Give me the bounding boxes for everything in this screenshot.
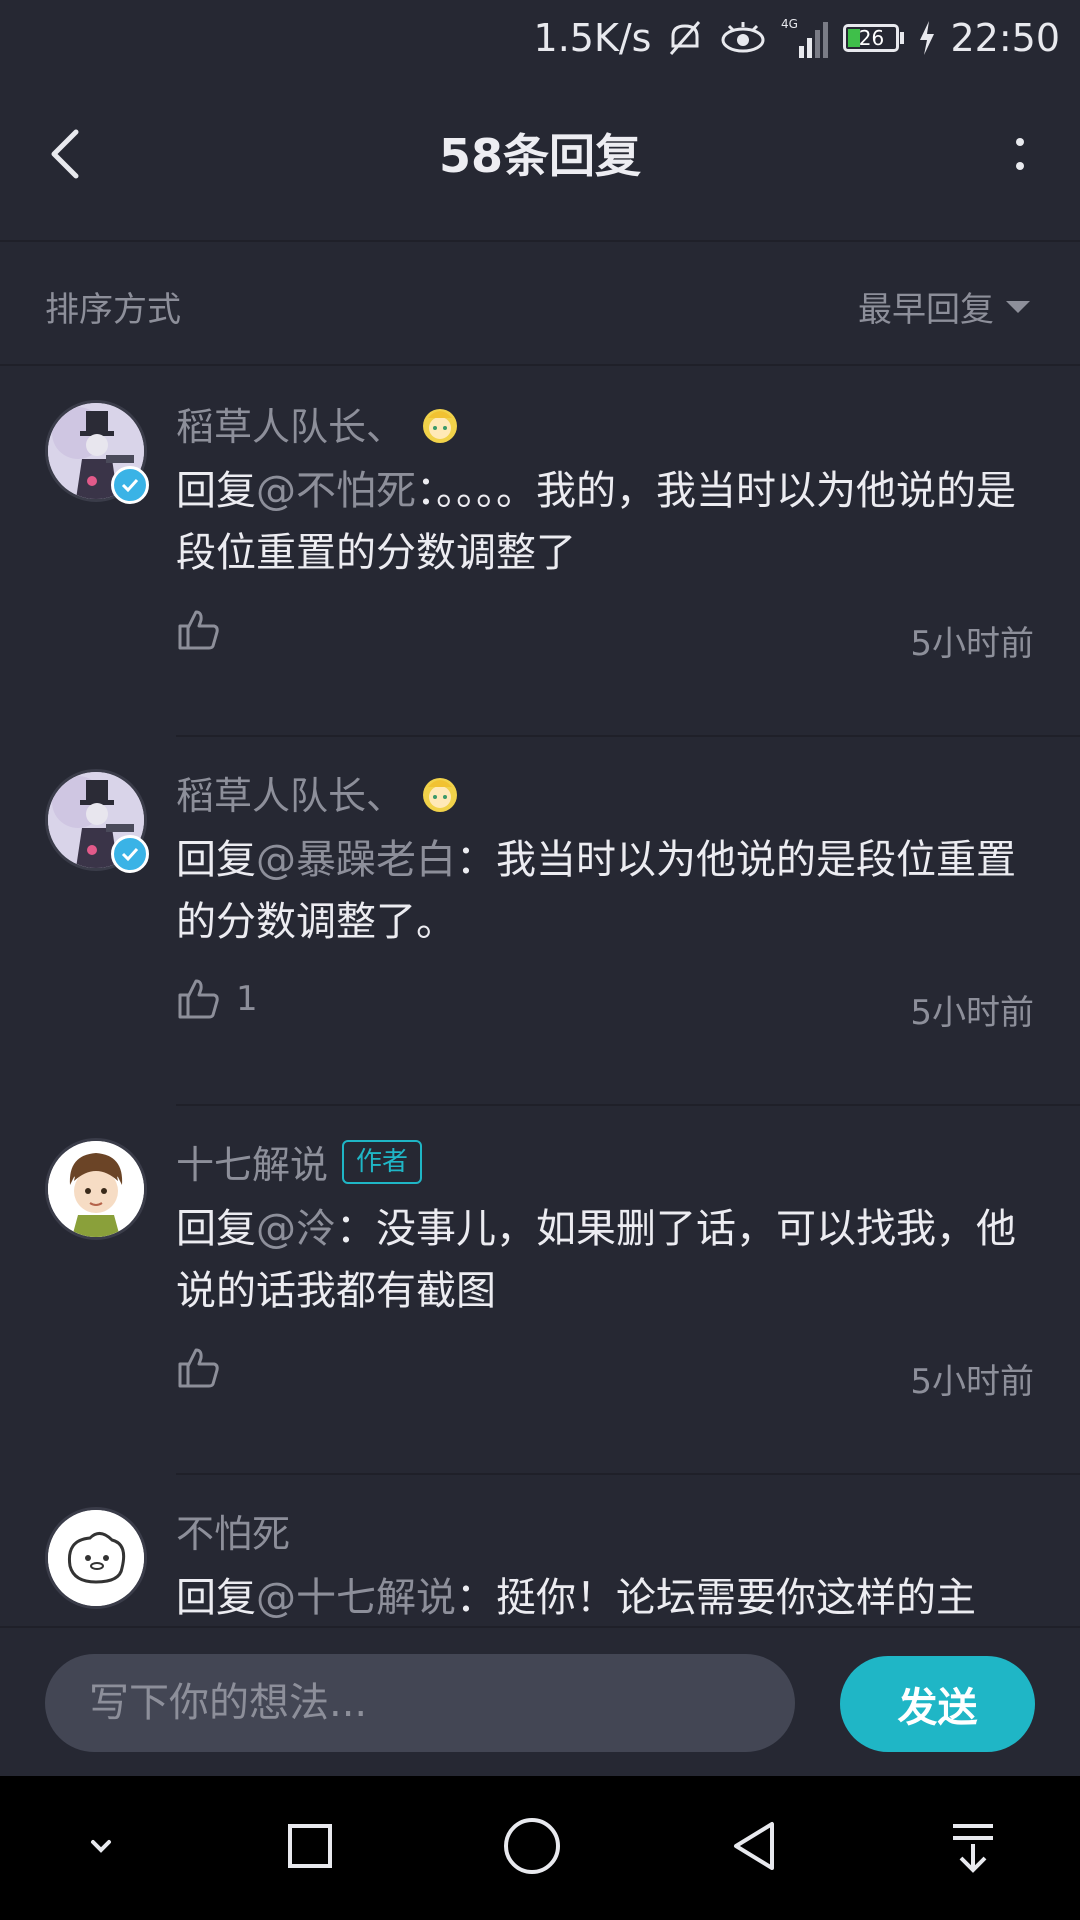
nav-pull-down-icon[interactable]: [947, 1818, 999, 1878]
verified-badge-icon: [111, 466, 149, 504]
reply-author[interactable]: 十七解说 作者: [176, 1134, 423, 1189]
network-type-label: 4G: [781, 17, 798, 31]
battery-icon: 26: [843, 24, 905, 52]
mention-link[interactable]: @泠: [256, 1206, 336, 1252]
signal-icon: 4G: [781, 16, 829, 60]
reply-prefix: 回复: [176, 468, 256, 514]
timestamp: 5小时前: [910, 624, 1034, 664]
network-speed: 1.5K/s: [533, 16, 652, 60]
charging-icon: [918, 21, 936, 55]
thumbs-up-icon: [178, 1348, 219, 1388]
composer-bar: 发送: [0, 1626, 1080, 1776]
thumbs-up-icon: [178, 610, 219, 650]
timestamp: 5小时前: [910, 993, 1034, 1033]
app-bar: 58条回复: [0, 76, 1080, 242]
avatar[interactable]: [45, 769, 149, 873]
sort-bar: 排序方式 最早回复: [0, 242, 1080, 366]
timestamp: 5小时前: [910, 1362, 1034, 1402]
reply-item: 稻草人队长、 回复@暴躁老白：我当时以为他说的是段位重置的分数调整了。 1 5小…: [0, 737, 1080, 1106]
sort-selected-value: 最早回复: [858, 290, 994, 330]
mention-link[interactable]: @十七解说: [256, 1575, 456, 1621]
mention-link[interactable]: @不怕死: [256, 468, 416, 514]
like-button[interactable]: [176, 608, 236, 652]
reply-content[interactable]: 回复@不怕死：。。。。我的，我当时以为他说的是段位重置的分数调整了: [176, 460, 1016, 584]
reply-content[interactable]: 回复@泠：没事儿，如果删了话，可以找我，他说的话我都有截图: [176, 1198, 1016, 1322]
thumbs-up-icon: [178, 979, 219, 1019]
reply-content[interactable]: 回复@暴躁老白：我当时以为他说的是段位重置的分数调整了。: [176, 829, 1016, 953]
nav-back-icon[interactable]: [726, 1816, 786, 1880]
nav-down-icon[interactable]: [81, 1826, 121, 1870]
chevron-down-icon: [1006, 300, 1030, 313]
reply-content[interactable]: 回复@十七解说：挺你！论坛需要你这样的主: [176, 1567, 1016, 1626]
nav-home-icon[interactable]: [500, 1814, 564, 1882]
reply-item: 不怕死 回复@十七解说：挺你！论坛需要你这样的主: [0, 1475, 1080, 1626]
clock: 22:50: [950, 16, 1060, 60]
medal-icon: [423, 408, 458, 443]
mention-link[interactable]: @暴躁老白: [256, 837, 456, 883]
username[interactable]: 稻草人队长、: [176, 396, 404, 451]
send-button[interactable]: 发送: [840, 1656, 1035, 1752]
sort-dropdown[interactable]: 最早回复: [858, 282, 1030, 331]
username[interactable]: 稻草人队长、: [176, 765, 404, 820]
reply-input[interactable]: [45, 1654, 795, 1752]
system-nav-bar: [0, 1776, 1080, 1920]
avatar[interactable]: [45, 1138, 147, 1240]
sort-label: 排序方式: [45, 290, 181, 330]
nav-recents-icon[interactable]: [282, 1818, 338, 1878]
more-vertical-icon[interactable]: [1000, 126, 1040, 182]
reply-prefix: 回复: [176, 1206, 256, 1252]
like-button[interactable]: 1: [176, 977, 258, 1021]
reply-item: 十七解说 作者 回复@泠：没事儿，如果删了话，可以找我，他说的话我都有截图 5小…: [0, 1106, 1080, 1475]
avatar[interactable]: [45, 400, 149, 504]
battery-level: 26: [858, 26, 885, 50]
reply-author[interactable]: 稻草人队长、: [176, 765, 462, 820]
page-title: 58条回复: [438, 129, 641, 183]
author-badge: 作者: [342, 1139, 423, 1184]
eye-icon: [719, 20, 767, 56]
reply-author[interactable]: 不怕死: [176, 1503, 290, 1558]
reply-prefix: 回复: [176, 1575, 256, 1621]
username[interactable]: 不怕死: [176, 1503, 290, 1558]
reply-item: 稻草人队长、 回复@不怕死：。。。。我的，我当时以为他说的是段位重置的分数调整了…: [0, 368, 1080, 737]
reply-prefix: 回复: [176, 837, 256, 883]
reply-author[interactable]: 稻草人队长、: [176, 396, 462, 451]
like-count: 1: [236, 979, 258, 1019]
medal-icon: [423, 777, 458, 812]
like-button[interactable]: [176, 1346, 236, 1390]
reply-list[interactable]: 稻草人队长、 回复@不怕死：。。。。我的，我当时以为他说的是段位重置的分数调整了…: [0, 368, 1080, 1626]
reply-text: ：挺你！论坛需要你这样的主: [456, 1575, 976, 1621]
avatar[interactable]: [45, 1507, 147, 1609]
verified-badge-icon: [111, 835, 149, 873]
mute-icon: [665, 18, 705, 58]
username[interactable]: 十七解说: [176, 1134, 328, 1189]
status-bar: 1.5K/s 4G 26 22:50: [0, 0, 1080, 76]
